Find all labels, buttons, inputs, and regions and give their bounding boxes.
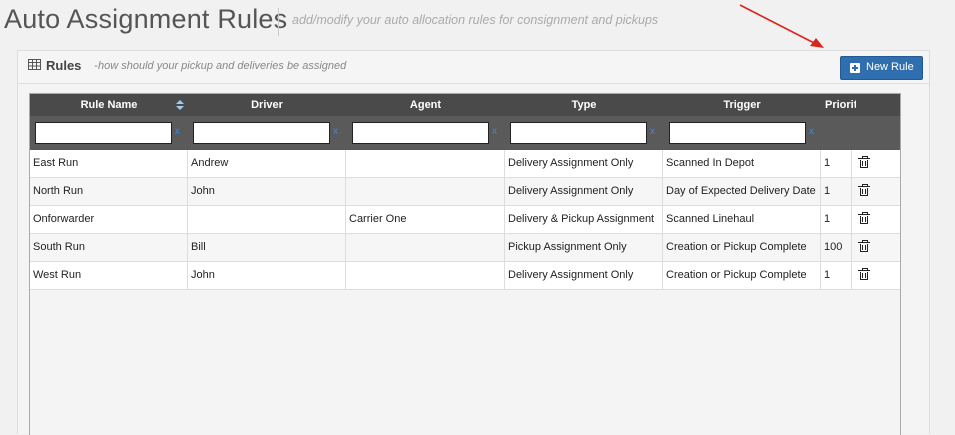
new-rule-button[interactable]: New Rule	[840, 56, 923, 80]
cell-priority: 100	[821, 234, 852, 261]
delete-cell	[852, 262, 900, 289]
panel-subtitle: how should your pickup and deliveries be…	[98, 60, 347, 72]
cell-type: Delivery Assignment Only	[505, 262, 663, 289]
filter-input-trigger[interactable]	[669, 122, 806, 144]
trash-icon[interactable]	[858, 156, 870, 169]
trash-icon[interactable]	[858, 184, 870, 197]
cell-driver	[188, 206, 346, 233]
column-header-rule-name[interactable]: Rule Name	[30, 94, 188, 116]
cell-type: Delivery Assignment Only	[505, 178, 663, 205]
page-title: Auto Assignment Rules	[4, 4, 288, 34]
cell-priority: 1	[821, 262, 852, 289]
column-header-priority[interactable]: Priority	[821, 94, 856, 116]
rules-panel: Rules - how should your pickup and deliv…	[17, 50, 930, 435]
cell-type: Delivery & Pickup Assignment	[505, 206, 663, 233]
delete-cell	[852, 178, 900, 205]
page-subtitle: add/modify your auto allocation rules fo…	[292, 13, 659, 27]
trash-icon[interactable]	[858, 212, 870, 225]
grid-header: Rule Name Driver Agent Type Trigger Prio…	[30, 94, 900, 116]
column-header-agent[interactable]: Agent	[346, 94, 505, 116]
annotation-arrow-icon	[739, 4, 824, 48]
panel-heading: Rules - how should your pickup and deliv…	[18, 51, 929, 84]
table-icon	[28, 59, 41, 70]
cell-rule-name: North Run	[30, 178, 188, 205]
delete-cell	[852, 150, 900, 177]
cell-agent: Carrier One	[346, 206, 505, 233]
cell-driver: John	[188, 262, 346, 289]
table-row[interactable]: Onforwarder Carrier One Delivery & Picku…	[30, 206, 900, 234]
rules-grid: Rule Name Driver Agent Type Trigger Prio…	[29, 93, 901, 435]
delete-cell	[852, 234, 900, 261]
filter-row: x x x x x	[30, 116, 900, 150]
cell-agent	[346, 234, 505, 261]
column-header-trigger[interactable]: Trigger	[663, 94, 821, 116]
cell-driver: Andrew	[188, 150, 346, 177]
new-rule-label: New Rule	[866, 61, 914, 73]
filter-clear-agent[interactable]: x	[492, 126, 497, 137]
cell-trigger: Scanned In Depot	[663, 150, 821, 177]
cell-agent	[346, 150, 505, 177]
cell-trigger: Creation or Pickup Complete	[663, 234, 821, 261]
cell-type: Pickup Assignment Only	[505, 234, 663, 261]
cell-trigger: Scanned Linehaul	[663, 206, 821, 233]
cell-priority: 1	[821, 206, 852, 233]
panel-title: Rules	[46, 58, 82, 73]
table-row[interactable]: West Run John Delivery Assignment Only C…	[30, 262, 900, 290]
table-row[interactable]: North Run John Delivery Assignment Only …	[30, 178, 900, 206]
filter-input-agent[interactable]	[352, 122, 489, 144]
cell-rule-name: West Run	[30, 262, 188, 289]
cell-type: Delivery Assignment Only	[505, 150, 663, 177]
trash-icon[interactable]	[858, 240, 870, 253]
sort-icon[interactable]	[176, 100, 184, 110]
cell-agent	[346, 262, 505, 289]
filter-input-rule-name[interactable]	[35, 122, 172, 144]
table-row[interactable]: South Run Bill Pickup Assignment Only Cr…	[30, 234, 900, 262]
cell-driver: John	[188, 178, 346, 205]
cell-rule-name: East Run	[30, 150, 188, 177]
filter-input-type[interactable]	[510, 122, 647, 144]
trash-icon[interactable]	[858, 268, 870, 281]
cell-driver: Bill	[188, 234, 346, 261]
column-header-driver[interactable]: Driver	[188, 94, 346, 116]
cell-rule-name: Onforwarder	[30, 206, 188, 233]
filter-clear-driver[interactable]: x	[333, 126, 338, 137]
cell-trigger: Creation or Pickup Complete	[663, 262, 821, 289]
title-divider	[278, 8, 279, 36]
column-header-type[interactable]: Type	[505, 94, 663, 116]
cell-agent	[346, 178, 505, 205]
grid-rows: East Run Andrew Delivery Assignment Only…	[30, 150, 900, 290]
cell-trigger: Day of Expected Delivery Date	[663, 178, 821, 205]
filter-input-driver[interactable]	[193, 122, 330, 144]
table-row[interactable]: East Run Andrew Delivery Assignment Only…	[30, 150, 900, 178]
filter-clear-rule-name[interactable]: x	[175, 126, 180, 137]
plus-square-icon	[850, 63, 860, 73]
cell-priority: 1	[821, 150, 852, 177]
filter-clear-trigger[interactable]: x	[809, 126, 814, 137]
cell-priority: 1	[821, 178, 852, 205]
delete-cell	[852, 206, 900, 233]
filter-clear-type[interactable]: x	[650, 126, 655, 137]
cell-rule-name: South Run	[30, 234, 188, 261]
